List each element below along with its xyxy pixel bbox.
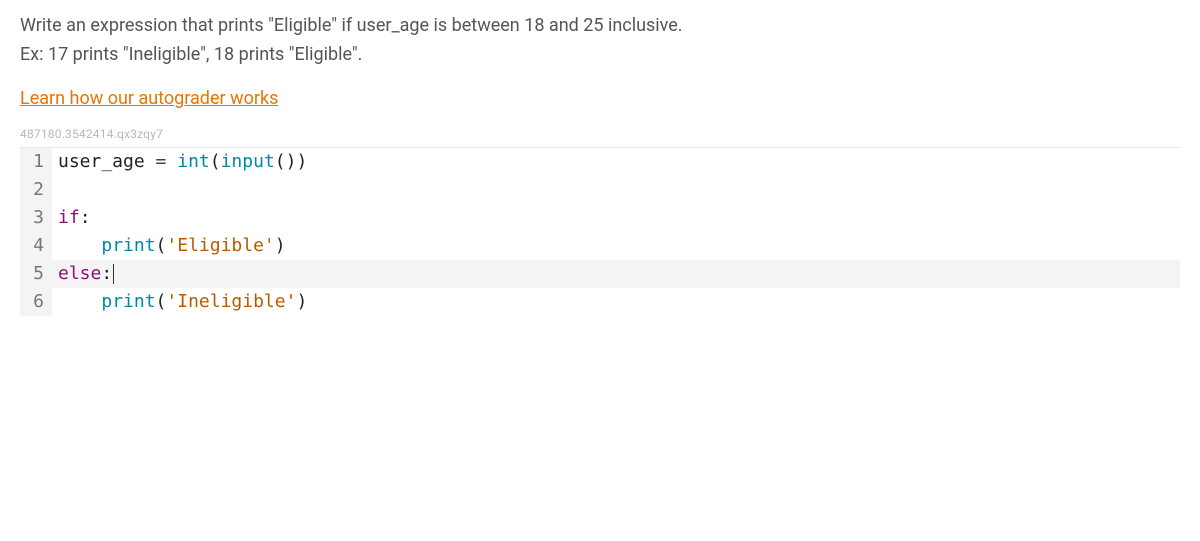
code-line-3[interactable]: 3 if: [20,204,1180,232]
text-cursor [113,264,114,284]
code-content[interactable]: print('Ineligible') [52,288,307,316]
gutter-line-number: 3 [20,204,52,232]
exercise-container: Write an expression that prints "Eligibl… [0,0,1200,328]
code-line-4[interactable]: 4 print('Eligible') [20,232,1180,260]
code-content[interactable]: if: [52,204,91,232]
code-line-1[interactable]: 1 user_age = int(input()) [20,148,1180,176]
code-content[interactable]: print('Eligible') [52,232,286,260]
code-line-6[interactable]: 6 print('Ineligible') [20,288,1180,316]
gutter-line-number: 4 [20,232,52,260]
prompt-text: Write an expression that prints "Eligibl… [20,12,1180,70]
code-line-2[interactable]: 2 [20,176,1180,204]
code-content[interactable]: user_age = int(input()) [52,148,307,176]
learn-autograder-link[interactable]: Learn how our autograder works [20,88,278,109]
gutter-line-number: 1 [20,148,52,176]
gutter-line-number: 5 [20,260,52,288]
gutter-line-number: 6 [20,288,52,316]
question-id: 487180.3542414.qx3zqy7 [20,127,1180,141]
code-content[interactable]: else: [52,260,114,288]
prompt-line-2: Ex: 17 prints "Ineligible", 18 prints "E… [20,41,1180,70]
code-line-5[interactable]: 5 else: [20,260,1180,288]
prompt-line-1: Write an expression that prints "Eligibl… [20,12,1180,41]
code-editor[interactable]: 1 user_age = int(input()) 2 3 if: 4 prin… [20,147,1180,316]
gutter-line-number: 2 [20,176,52,204]
